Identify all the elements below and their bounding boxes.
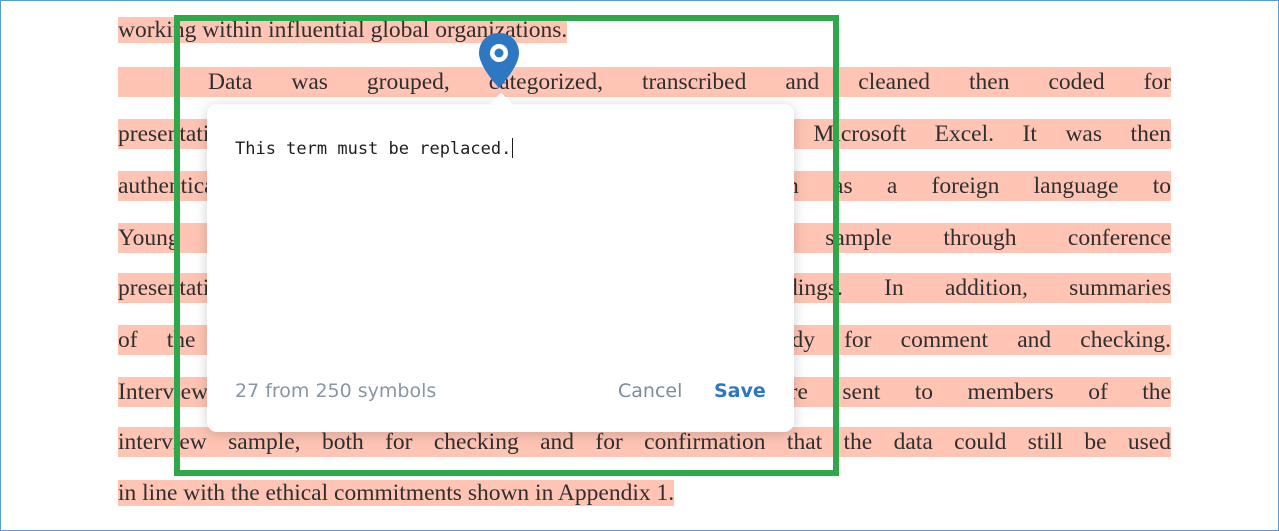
cancel-button[interactable]: Cancel [618, 380, 682, 402]
document-line: in line with the ethical commitments sho… [118, 478, 1171, 508]
comment-text-value: This term must be replaced. [235, 139, 512, 159]
comment-popup: This term must be replaced. 27 from 250 … [207, 92, 794, 432]
symbol-counter: 27 from 250 symbols [235, 380, 437, 402]
document-line: working within influential global organi… [118, 15, 1171, 45]
highlighted-text[interactable]: in line with the ethical commitments sho… [118, 480, 675, 506]
text-caret [512, 138, 514, 158]
map-pin-icon[interactable] [475, 31, 523, 91]
comment-textarea[interactable]: This term must be replaced. [235, 138, 765, 358]
document-viewer: working within influential global organi… [0, 0, 1279, 531]
document-line[interactable]: Data was grouped, categorized, transcrib… [118, 67, 1171, 97]
save-button[interactable]: Save [714, 380, 766, 402]
